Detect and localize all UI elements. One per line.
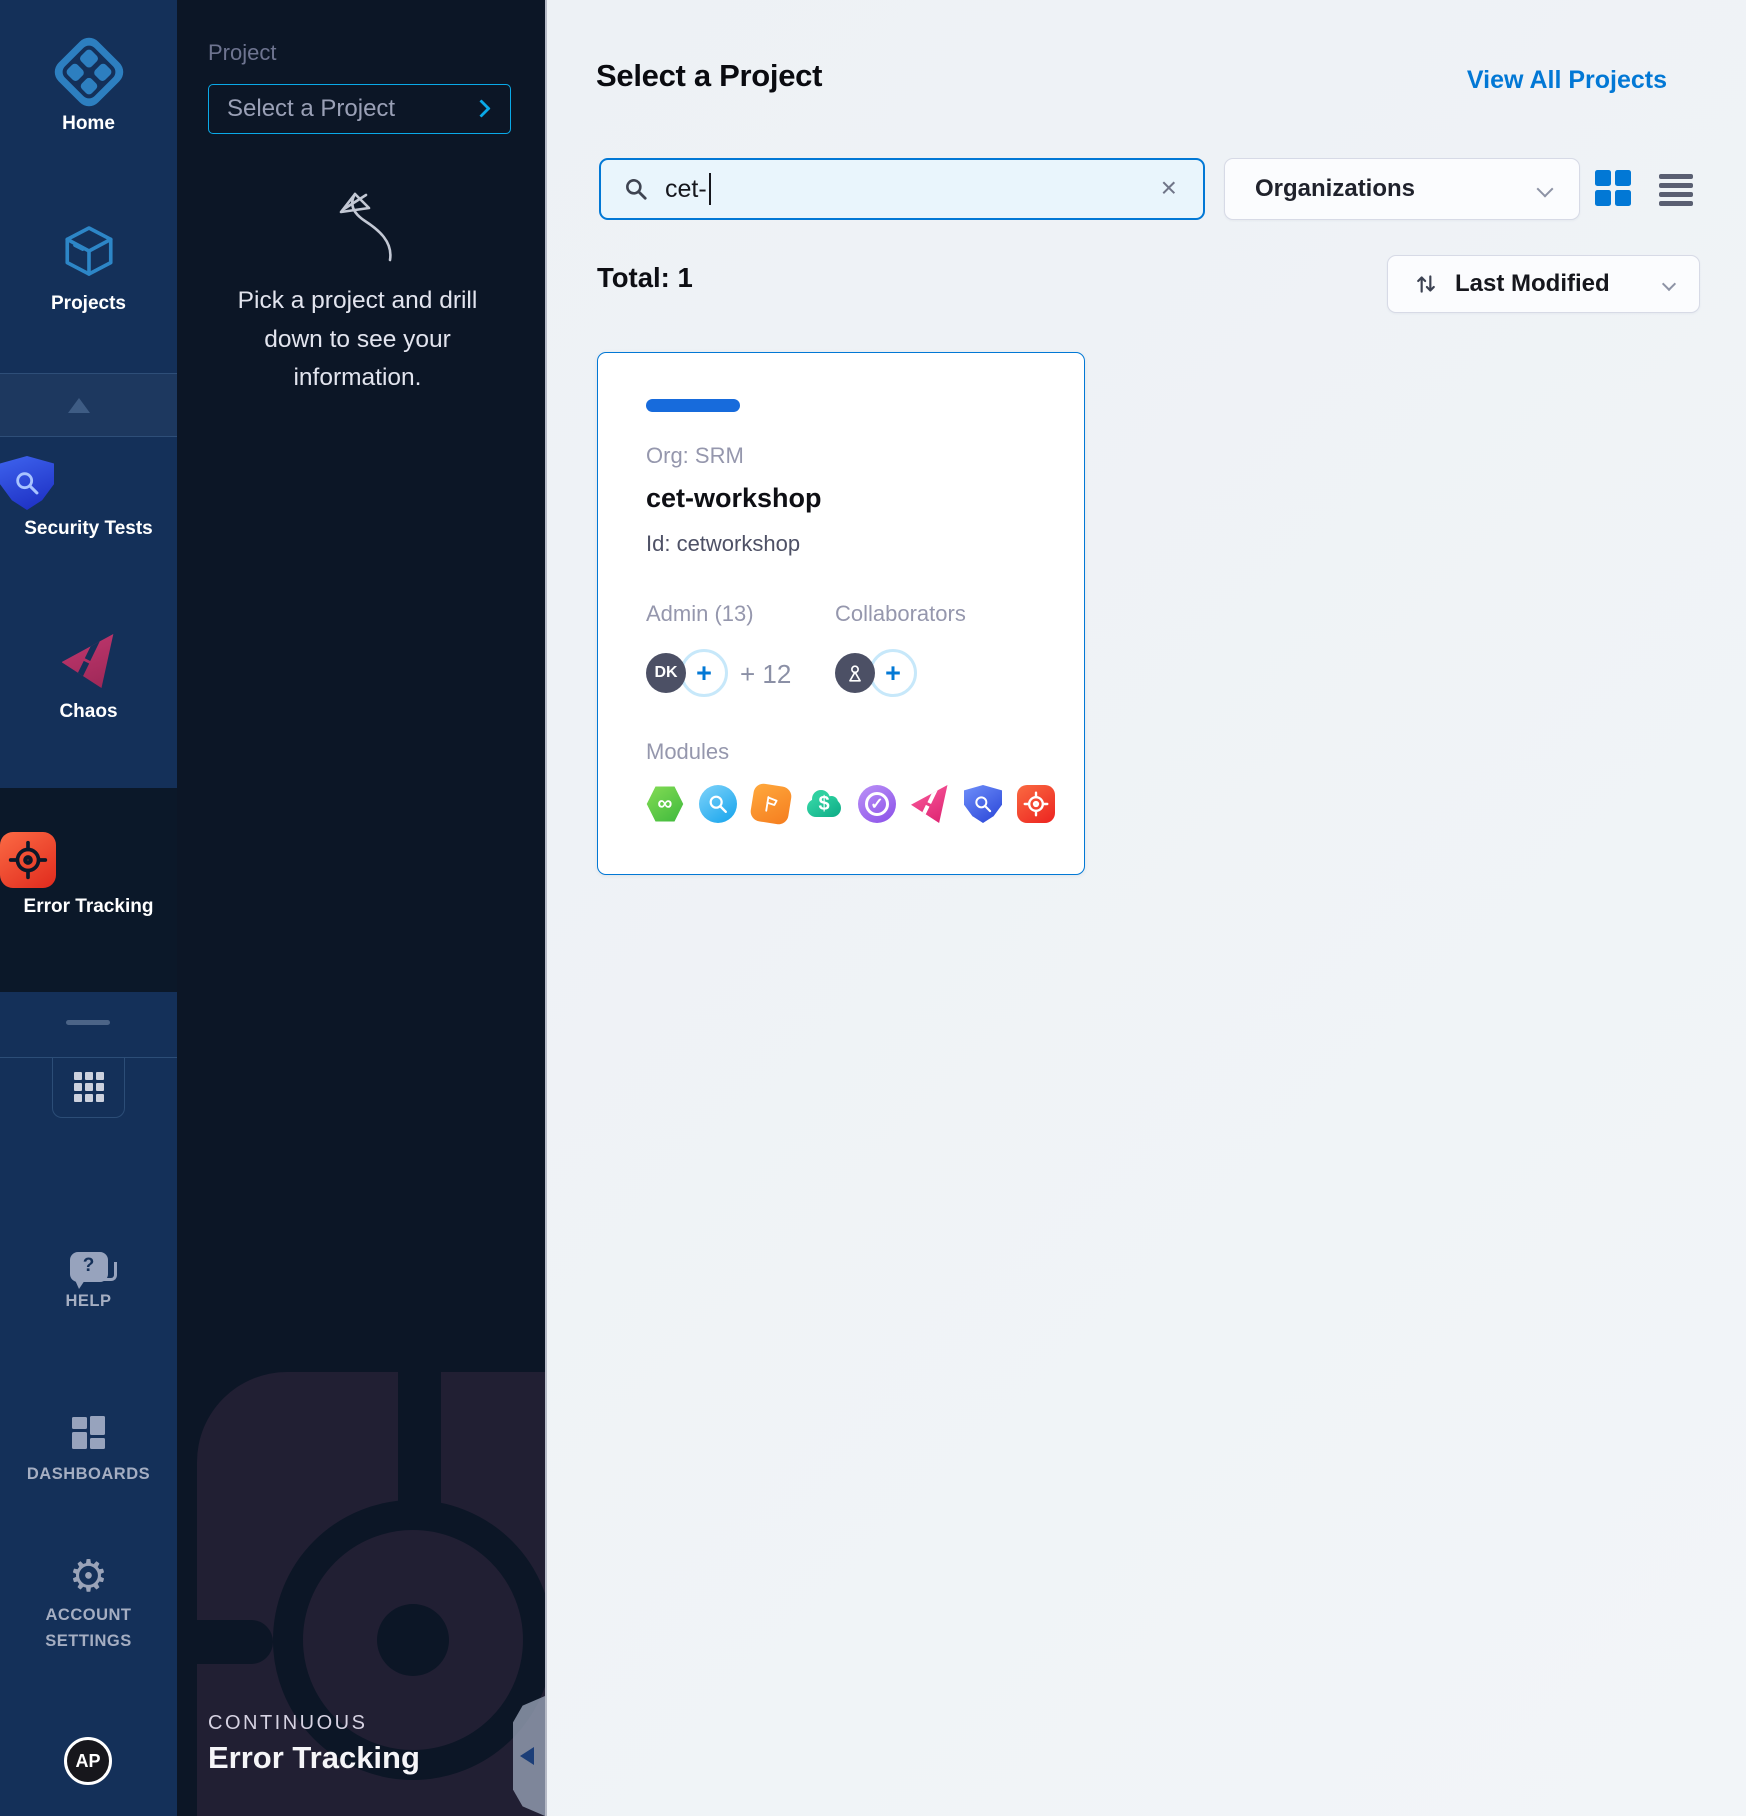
add-collaborator-button[interactable]: + xyxy=(869,649,917,697)
sidebar-item-security-tests[interactable]: Security Tests xyxy=(0,456,177,540)
organizations-filter-dropdown[interactable]: Organizations xyxy=(1224,158,1580,220)
module-continuous-integration-icon: ∞ xyxy=(646,785,684,823)
user-avatar[interactable]: AP xyxy=(64,1737,112,1785)
page-title: Select a Project xyxy=(596,58,822,94)
module-error-tracking-icon xyxy=(1017,785,1055,823)
collaborators-label: Collaborators xyxy=(835,601,966,627)
card-color-pill xyxy=(646,399,740,412)
sidebar-item-label: Chaos xyxy=(0,701,177,723)
card-org: Org: SRM xyxy=(646,443,744,469)
modules-label: Modules xyxy=(646,739,729,765)
card-project-id: Id: cetworkshop xyxy=(646,531,800,557)
view-all-projects-link[interactable]: View All Projects xyxy=(1467,66,1667,95)
module-switcher-button[interactable] xyxy=(52,1057,125,1118)
grid-view-toggle[interactable] xyxy=(1595,170,1631,206)
grid-3x3-icon xyxy=(74,1072,104,1102)
chaos-icon xyxy=(62,634,116,688)
sidebar-item-help[interactable]: ? HELP xyxy=(0,1252,177,1314)
help-question-bubble-icon: ? xyxy=(70,1252,108,1282)
project-section-label: Project xyxy=(208,40,276,66)
search-icon xyxy=(623,176,649,202)
project-selector-value: Select a Project xyxy=(227,95,395,123)
watermark-crosshair-tick-horizontal xyxy=(177,1620,273,1664)
chevron-down-icon xyxy=(1537,181,1554,198)
module-service-discovery-icon xyxy=(699,785,737,823)
organizations-filter-value: Organizations xyxy=(1255,175,1415,203)
module-security-tests-icon xyxy=(964,785,1002,823)
watermark-crosshair-tick-vertical xyxy=(398,1160,441,1526)
triangle-up-icon xyxy=(68,398,90,413)
shield-magnifier-icon xyxy=(0,456,54,510)
module-kicker-label: CONTINUOUS xyxy=(208,1712,367,1735)
triangle-left-icon xyxy=(520,1747,534,1765)
sort-dropdown[interactable]: Last Modified xyxy=(1387,255,1700,313)
module-cloud-cost-icon: $ xyxy=(805,785,843,823)
project-panel: Project Select a Project Pick a project … xyxy=(177,0,545,1816)
clear-search-button[interactable]: × xyxy=(1155,172,1183,204)
app-window: Home Projects Security Tests Chaos xyxy=(0,0,1746,1816)
sidebar-item-label: DASHBOARDS xyxy=(0,1461,177,1487)
add-admin-button[interactable]: + xyxy=(680,649,728,697)
sidebar-item-account-settings[interactable]: ⚙ ACCOUNT SETTINGS xyxy=(0,1556,177,1654)
sidebar-item-label: Home xyxy=(0,113,177,135)
sidebar-item-dashboards[interactable]: DASHBOARDS xyxy=(0,1416,177,1487)
sidebar-item-label: ACCOUNT SETTINGS xyxy=(14,1602,164,1654)
sidebar-collapse-strip[interactable] xyxy=(0,373,177,437)
search-input[interactable]: cet- × xyxy=(599,158,1205,220)
text-caret xyxy=(709,173,711,205)
sidebar-item-label: Projects xyxy=(0,293,177,315)
sort-arrows-icon xyxy=(1413,271,1439,297)
sort-value: Last Modified xyxy=(1455,270,1610,298)
gear-icon: ⚙ xyxy=(69,1556,108,1598)
sidebar-item-chaos[interactable]: Chaos xyxy=(0,634,177,723)
chevron-down-icon xyxy=(1662,277,1676,291)
admin-avatar[interactable]: DK xyxy=(646,653,686,693)
card-project-name: cet-workshop xyxy=(646,483,822,514)
main-content: Select a Project View All Projects cet- … xyxy=(545,0,1746,1816)
sidebar-item-label: Security Tests xyxy=(0,518,177,540)
sidebar-item-projects[interactable]: Projects xyxy=(0,222,177,315)
sidebar-item-label: HELP xyxy=(0,1288,177,1314)
person-icon xyxy=(844,662,866,684)
results-total: Total: 1 xyxy=(597,262,693,294)
module-service-reliability-icon: ✓ xyxy=(858,785,896,823)
sidebar: Home Projects Security Tests Chaos xyxy=(0,0,177,1816)
sidebar-item-label: Error Tracking xyxy=(0,896,177,918)
module-feature-flags-icon xyxy=(749,782,792,825)
watermark-target-dot xyxy=(377,1604,449,1676)
home-icon xyxy=(49,32,128,111)
project-selector[interactable]: Select a Project xyxy=(208,84,511,134)
search-value: cet- xyxy=(665,175,707,204)
list-view-toggle[interactable] xyxy=(1659,174,1693,206)
admin-overflow-count: + 12 xyxy=(740,659,791,690)
empty-state-hint: Pick a project and drill down to see you… xyxy=(235,282,480,398)
projects-cube-icon xyxy=(60,222,118,285)
dashboards-blocks-icon xyxy=(72,1416,106,1450)
chevron-right-icon xyxy=(472,99,490,117)
module-title: Error Tracking xyxy=(208,1740,420,1776)
hand-drawn-arrow-illustration xyxy=(317,168,417,273)
error-tracking-crosshair-icon xyxy=(0,832,56,888)
admin-label: Admin (13) xyxy=(646,601,754,627)
project-card[interactable]: Org: SRM cet-workshop Id: cetworkshop Ad… xyxy=(597,352,1085,875)
collaborator-avatar[interactable] xyxy=(835,653,875,693)
module-chaos-icon xyxy=(911,785,949,823)
modules-row: ∞ $ ✓ xyxy=(646,785,1055,823)
sidebar-item-home[interactable]: Home xyxy=(0,36,177,135)
sidebar-item-error-tracking[interactable]: Error Tracking xyxy=(0,832,177,918)
sidebar-drag-handle[interactable] xyxy=(66,1020,110,1025)
